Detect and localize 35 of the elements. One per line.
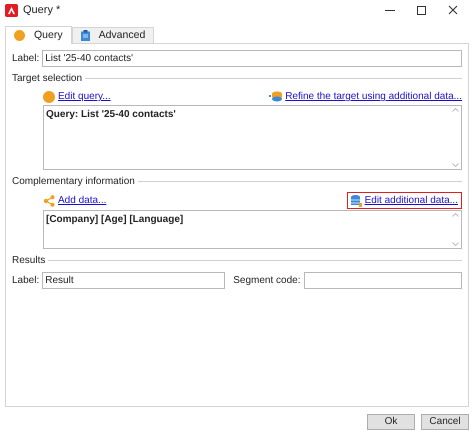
app-logo-icon xyxy=(5,4,18,16)
scroll-down-icon[interactable] xyxy=(452,242,458,246)
database-icon xyxy=(269,90,282,102)
text-content: [Company] [Age] [Language] xyxy=(45,213,184,227)
tab[interactable]: Query xyxy=(5,26,72,44)
window-title: Query * xyxy=(23,2,60,18)
section-title: Target selection xyxy=(12,72,82,86)
close-icon[interactable] xyxy=(448,5,458,15)
maximize-icon[interactable] xyxy=(417,6,426,14)
scroll-up-icon[interactable] xyxy=(452,108,458,112)
scrollbar[interactable] xyxy=(449,211,461,248)
edit-additional-data-link[interactable]: Edit additional data... xyxy=(346,192,462,209)
edit-query-link[interactable]: Edit query... xyxy=(58,89,111,104)
fields-text-area[interactable]: [Company] [Age] [Language] xyxy=(43,210,462,249)
add-data-link[interactable]: Add data... xyxy=(58,193,106,208)
clipboard-icon xyxy=(80,30,90,41)
section-title: Results xyxy=(12,254,46,268)
dialog-button[interactable]: Cancel xyxy=(421,414,469,430)
dialog-button[interactable]: Ok xyxy=(367,414,415,430)
text-content: Query: List '25-40 contacts' xyxy=(45,108,177,122)
query-text-area[interactable]: Query: List '25-40 contacts' xyxy=(43,105,462,170)
database-icon xyxy=(350,194,362,206)
share-icon xyxy=(43,194,55,206)
section-title: Complementary information xyxy=(12,175,135,189)
tab[interactable]: Advanced xyxy=(72,27,154,43)
field-label: Segment code: xyxy=(233,274,301,288)
scroll-down-icon[interactable] xyxy=(452,163,458,167)
scrollbar[interactable] xyxy=(449,106,461,169)
field-label: Label: xyxy=(12,52,40,66)
label-field[interactable]: List '25-40 contacts' xyxy=(42,50,462,67)
result-label-field[interactable]: Result xyxy=(42,272,226,289)
refine-target-link[interactable]: Refine the target using additional data... xyxy=(285,89,462,104)
scroll-up-icon[interactable] xyxy=(452,213,458,217)
field-label: Label: xyxy=(12,274,40,288)
segment-code-field[interactable] xyxy=(304,272,462,289)
